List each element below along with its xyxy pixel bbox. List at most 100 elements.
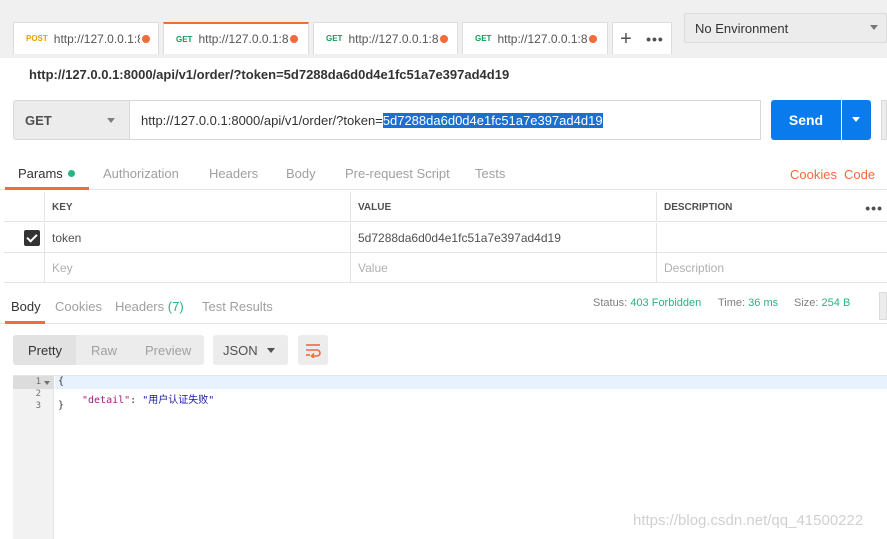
tab-actions: + ••• [612,22,672,54]
json-key: "detail" [82,395,131,406]
row-check-cell [4,253,45,283]
tab-params-label: Params [18,166,63,181]
chevron-down-icon [107,118,115,123]
tab-url: http://127.0.0.1:8000/api/v1/order/ [348,31,439,46]
table-row: Key Value Description [4,253,887,283]
active-dot-icon [67,170,75,177]
chevron-down-icon [870,25,878,30]
fold-arrow-icon[interactable] [44,381,50,385]
format-label: JSON [223,342,258,358]
time-value: 36 ms [748,297,779,309]
active-tab-indicator [5,187,89,190]
key-column-header: KEY [45,192,351,222]
row-check-cell [4,223,45,253]
json-value: "用户认证失败" [142,395,215,406]
tab-more-icon[interactable]: ••• [646,31,664,47]
environment-select[interactable]: No Environment [684,13,887,43]
save-button[interactable] [881,100,887,140]
response-tab-body[interactable]: Body [11,299,41,314]
url-text: http://127.0.0.1:8000/api/v1/order/?toke… [141,112,383,128]
description-column-header: DESCRIPTION [664,201,733,213]
tab-method: GET [475,34,492,43]
line-number: 2 [35,389,41,399]
send-button[interactable]: Send [771,100,841,140]
method-label: GET [25,112,52,128]
new-tab-plus-icon[interactable]: + [620,29,632,49]
tab-prerequest-script[interactable]: Pre-request Script [345,166,450,181]
pretty-button[interactable]: Pretty [28,343,62,358]
preview-button[interactable]: Preview [145,343,191,358]
response-headers-label: Headers [115,299,165,314]
active-line-highlight [55,376,887,389]
request-tab-4[interactable]: GET http://127.0.0.1:8000/api/v1/order/ [462,22,608,54]
table-row: token 5d7288da6d0d4e1fc51a7e397ad4d19 [4,223,887,253]
tab-method: POST [26,34,48,43]
url-selected-text: 5d7288da6d0d4e1fc51a7e397ad4d19 [382,112,603,128]
status-value: 403 Forbidden [630,297,702,309]
code-link[interactable]: Code [844,167,875,182]
select-column-header [4,192,45,222]
wrap-lines-button[interactable] [298,335,328,365]
tab-authorization[interactable]: Authorization [103,166,179,181]
response-time: Time: 36 ms [718,297,778,309]
active-response-tab-indicator [5,321,45,324]
line-number: 1 [35,377,41,387]
value-column-header: VALUE [351,192,657,222]
tab-headers[interactable]: Headers [209,166,258,181]
tab-bar: POST http://127.0.0.1:8000/api/v1/auth/ … [0,0,887,58]
response-tab-headers[interactable]: Headers (7) [115,299,184,314]
line-number: 3 [35,401,41,411]
size-label: Size: [794,297,819,309]
tab-body[interactable]: Body [286,166,316,181]
response-size: Size: 254 B [794,297,850,309]
param-key[interactable]: token [45,223,351,253]
request-title: http://127.0.0.1:8000/api/v1/order/?toke… [29,67,510,82]
headers-count-badge: (7) [167,299,184,314]
send-options-button[interactable] [842,100,871,140]
response-status: Status: 403 Forbidden [593,297,701,309]
request-tabs: Params Authorization Headers Body Pre-re… [0,158,887,190]
new-value-input[interactable]: Value [351,253,657,283]
params-header-row: KEY VALUE DESCRIPTION ••• [4,192,887,222]
response-tab-cookies[interactable]: Cookies [55,299,102,314]
unsaved-dot-icon [589,34,598,43]
request-tab-1[interactable]: POST http://127.0.0.1:8000/api/v1/auth/ [13,22,159,54]
request-tab-3[interactable]: GET http://127.0.0.1:8000/api/v1/order/ [313,22,458,54]
watermark: https://blog.csdn.net/qq_41500222 [633,512,864,529]
method-select[interactable]: GET [13,100,130,140]
view-mode-group: Pretty Raw Preview [13,335,204,365]
param-value[interactable]: 5d7288da6d0d4e1fc51a7e397ad4d19 [351,223,657,253]
code-line-2: "detail": "用户认证失败" [82,391,214,406]
status-label: Status: [593,297,628,309]
tab-method: GET [176,34,193,44]
wrap-lines-icon [306,344,321,358]
new-description-input[interactable]: Description [657,253,887,283]
line-number-gutter: 1 2 3 [13,376,54,539]
size-value: 254 B [821,297,851,309]
response-tab-test-results[interactable]: Test Results [202,299,273,314]
cookies-link[interactable]: Cookies [790,167,837,182]
json-colon: : [130,395,143,406]
unsaved-dot-icon [290,35,299,43]
tab-url: http://127.0.0.1:8000/api/v1/order/?toke… [198,32,289,46]
tab-params[interactable]: Params [18,166,75,181]
tab-method: GET [326,34,343,43]
chevron-down-icon [852,117,860,122]
param-description[interactable] [657,223,887,253]
format-select[interactable]: JSON [213,335,288,365]
param-enabled-checkbox[interactable] [24,230,40,246]
time-label: Time: [718,297,746,309]
code-line-1: { [58,376,65,387]
new-key-input[interactable]: Key [45,253,351,283]
request-tab-2[interactable]: GET http://127.0.0.1:8000/api/v1/order/?… [163,22,309,54]
chevron-down-icon [267,348,275,353]
environment-label: No Environment [695,20,789,36]
code-line-3: } [58,400,65,411]
bulk-edit-more-icon[interactable]: ••• [865,200,883,216]
tab-tests[interactable]: Tests [475,166,505,181]
tab-url: http://127.0.0.1:8000/api/v1/auth/ [53,31,141,46]
url-input[interactable]: http://127.0.0.1:8000/api/v1/order/?toke… [129,100,761,140]
tab-url: http://127.0.0.1:8000/api/v1/order/ [497,31,588,46]
raw-button[interactable]: Raw [91,343,117,358]
save-response-button[interactable] [879,292,887,320]
